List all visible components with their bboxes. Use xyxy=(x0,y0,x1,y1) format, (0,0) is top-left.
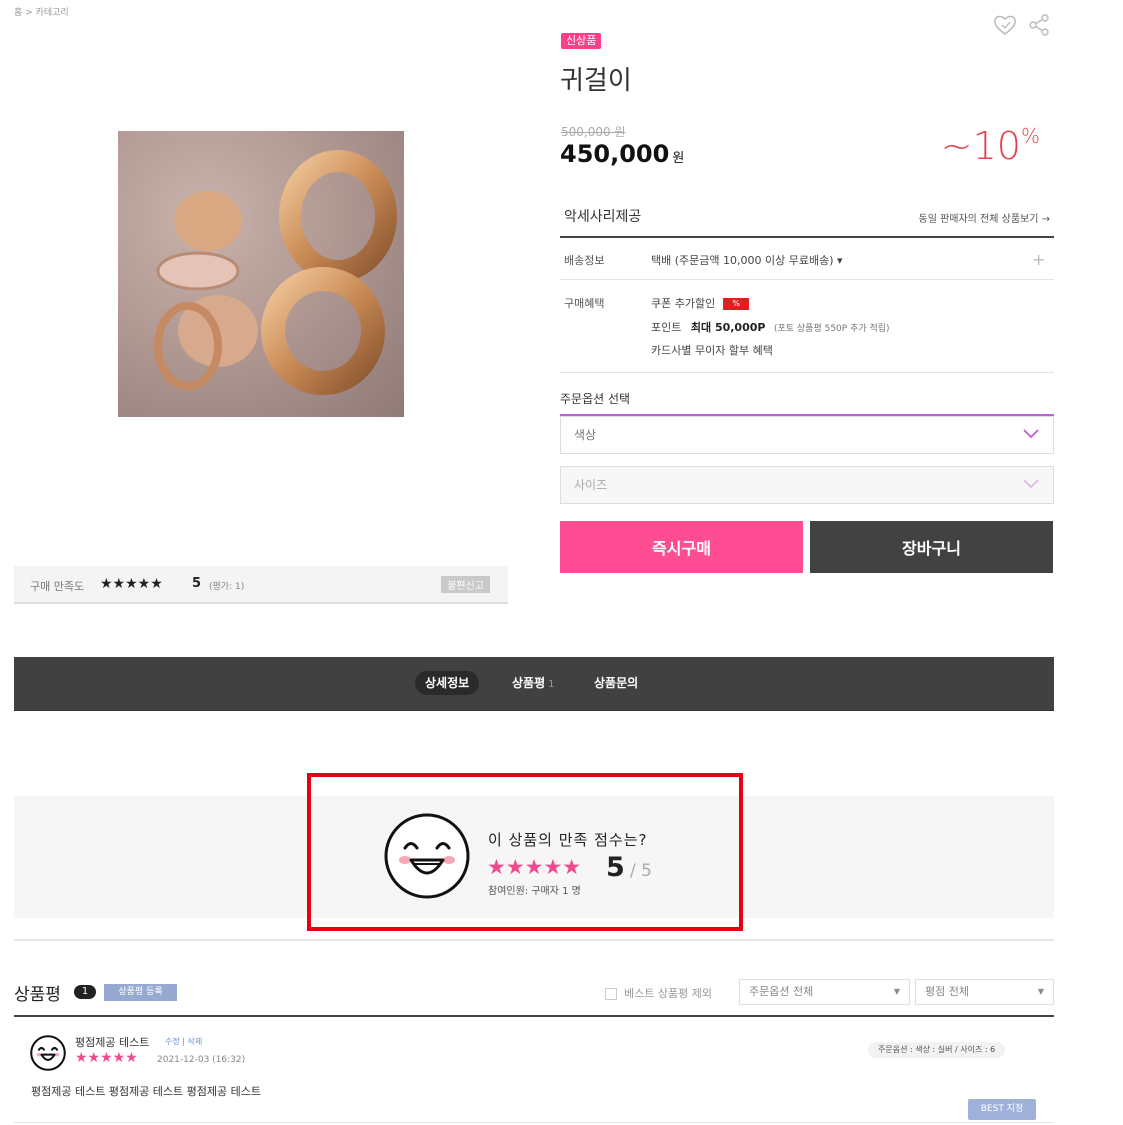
tab-reviews-label: 상품평 xyxy=(512,676,546,690)
point-benefit: 포인트 최대 50,000P (포토 상품평 550P 추가 적립) xyxy=(651,319,890,335)
coupon-text: 쿠폰 추가할인 xyxy=(651,297,716,310)
discount-value: ~10 xyxy=(940,124,1021,168)
add-to-cart-button[interactable]: 장바구니 xyxy=(810,521,1053,573)
review-date: 2021-12-03 (16:32) xyxy=(157,1055,246,1065)
tab-details[interactable]: 상세정보 xyxy=(415,671,480,695)
seller-name: 악세사리제공 xyxy=(564,209,642,225)
purchase-satisfaction-bar: 구매 만족도 ★★★★★ 5 (평가: 1) 불편신고 xyxy=(14,566,508,604)
sale-price-value: 450,000 xyxy=(560,140,670,168)
chevron-down-icon xyxy=(1023,479,1039,489)
caret-down-icon: ▼ xyxy=(893,987,900,996)
point-value: 최대 50,000P xyxy=(690,321,766,334)
highlight-frame xyxy=(307,773,743,931)
divider xyxy=(14,1122,1054,1123)
delivery-info[interactable]: 택배 (주문금액 10,000 이상 무료배송) ▾ xyxy=(651,252,843,268)
summary-total: / 5 xyxy=(630,861,652,881)
divider xyxy=(14,939,1054,941)
tab-inquiries-label: 상품문의 xyxy=(594,676,639,690)
color-select[interactable]: 색상 xyxy=(560,416,1054,454)
rating-filter-value: 평점 전체 xyxy=(925,985,969,998)
chevron-down-icon xyxy=(1023,429,1039,439)
new-product-badge: 신상품 xyxy=(561,33,602,49)
coupon-tag-icon[interactable]: % xyxy=(723,298,750,310)
wishlist-heart-icon[interactable] xyxy=(991,11,1019,39)
smiley-face-icon xyxy=(384,813,470,899)
best-review-button[interactable]: BEST 지정 xyxy=(968,1099,1036,1120)
size-select-value: 사이즈 xyxy=(574,478,608,492)
satisfaction-score: 5 xyxy=(192,576,202,591)
tab-details-label: 상세정보 xyxy=(425,676,470,690)
share-icon[interactable] xyxy=(1025,11,1053,39)
summary-stars-icon: ★★★★★ xyxy=(487,855,582,879)
expand-plus-icon[interactable]: + xyxy=(1032,250,1045,269)
reviews-heading: 상품평 xyxy=(14,985,61,1005)
reviewer-avatar-smiley-icon xyxy=(30,1035,66,1071)
tab-reviews[interactable]: 상품평 1 xyxy=(502,671,565,695)
tab-inquiries[interactable]: 상품문의 xyxy=(584,671,648,695)
discount-rate: ~10% xyxy=(941,124,1040,168)
delivery-label: 배송정보 xyxy=(564,254,605,267)
point-note: (포토 상품평 550P 추가 적립) xyxy=(773,324,890,334)
exclude-best-checkbox[interactable]: 베스트 상품평 제외 xyxy=(605,985,712,1001)
summary-participants: 참여인원: 구매자 1 명 xyxy=(488,886,581,897)
option-filter-select[interactable]: 주문옵션 전체 ▼ xyxy=(739,979,910,1005)
rating-stars-icon: ★★★★★ xyxy=(100,576,163,592)
review-body: 평점제공 테스트 평점제공 테스트 평점제공 테스트 xyxy=(31,1085,262,1098)
review-order-option: 주문옵션 : 색상 : 실버 / 사이즈 : 6 xyxy=(868,1042,1006,1058)
checkbox-icon[interactable] xyxy=(605,988,617,1000)
sale-price: 450,000 원 xyxy=(560,140,684,168)
rating-count: (평가: 1) xyxy=(209,582,245,592)
divider xyxy=(560,279,1054,280)
coupon-benefit[interactable]: 쿠폰 추가할인% xyxy=(651,295,750,311)
currency-unit: 원 xyxy=(672,151,685,166)
product-image xyxy=(118,131,404,417)
card-benefit[interactable]: 카드사별 무이자 할부 혜택 xyxy=(651,342,773,358)
buy-now-button[interactable]: 즉시구매 xyxy=(560,521,803,573)
review-author: 평점제공 테스트 xyxy=(75,1036,150,1049)
point-label: 포인트 xyxy=(651,321,682,334)
rating-filter-select[interactable]: 평점 전체 ▼ xyxy=(915,979,1054,1005)
original-price: 500,000 원 xyxy=(561,125,626,139)
detail-tab-bar: 상세정보 상품평 1 상품문의 xyxy=(14,657,1054,711)
satisfaction-label: 구매 만족도 xyxy=(30,580,85,593)
size-select[interactable]: 사이즈 xyxy=(560,466,1054,504)
benefits-label: 구매혜택 xyxy=(564,297,605,310)
color-select-value: 색상 xyxy=(574,428,597,442)
option-filter-value: 주문옵션 전체 xyxy=(749,985,814,998)
tab-reviews-count: 1 xyxy=(548,679,555,690)
summary-score: 5 xyxy=(606,852,625,883)
write-review-button[interactable]: 상품평 등록 xyxy=(104,984,177,1001)
review-stars-icon: ★★★★★ xyxy=(75,1050,138,1066)
divider xyxy=(560,372,1054,373)
review-edit-delete-links[interactable]: 수정 | 삭제 xyxy=(165,1036,202,1047)
satisfaction-question: 이 상품의 만족 점수는? xyxy=(488,831,648,849)
earrings-photo xyxy=(154,150,397,395)
discount-unit: % xyxy=(1020,124,1040,148)
product-title: 귀걸이 xyxy=(560,66,632,96)
report-button[interactable]: 불편신고 xyxy=(441,576,490,593)
breadcrumb[interactable]: 홈 > 카테고리 xyxy=(14,5,69,18)
exclude-best-label: 베스트 상품평 제외 xyxy=(624,987,712,1000)
seller-row: 악세사리제공 동일 판매자의 전체 상품보기 → xyxy=(560,200,1054,238)
order-option-label: 주문옵션 선택 xyxy=(560,392,631,406)
divider xyxy=(14,1015,1054,1017)
caret-down-icon: ▼ xyxy=(1037,987,1044,996)
seller-all-products-link[interactable]: 동일 판매자의 전체 상품보기 → xyxy=(919,210,1051,225)
reviews-count-badge: 1 xyxy=(74,985,96,999)
